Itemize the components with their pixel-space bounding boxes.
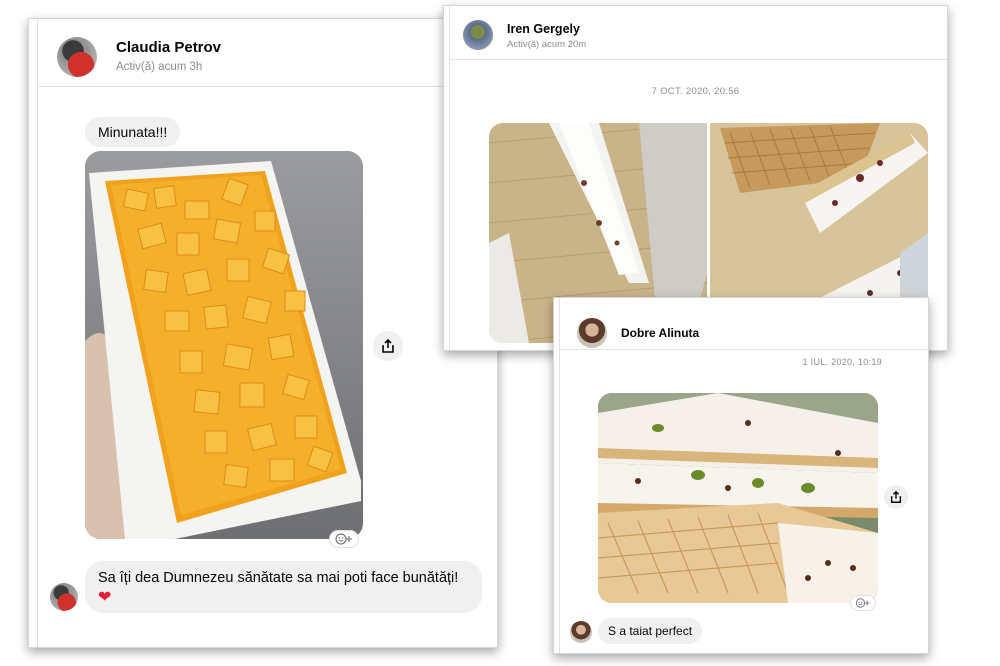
- message-photo[interactable]: [598, 393, 878, 603]
- message-text: Sa îți dea Dumnezeu sănătate sa mai poti…: [98, 570, 459, 586]
- share-button[interactable]: [373, 331, 403, 361]
- avatar[interactable]: [463, 20, 493, 50]
- avatar[interactable]: [57, 37, 97, 77]
- share-button[interactable]: [884, 485, 908, 509]
- active-status: Activ(ă) acum 3h: [116, 61, 203, 73]
- share-icon: [890, 490, 902, 503]
- add-reaction-icon: [855, 598, 870, 608]
- chat-header: Claudia Petrov Activ(ă) acum 3h: [37, 19, 497, 87]
- message-timestamp: 7 OCT. 2020, 20:56: [651, 86, 740, 97]
- message-timestamp: 1 IUL. 2020, 10:19: [802, 357, 882, 367]
- nougat-photo: [598, 393, 878, 603]
- heart-emoji: ❤: [98, 589, 112, 606]
- add-reaction-button[interactable]: [329, 530, 359, 548]
- message-bubble[interactable]: S a taiat perfect: [598, 618, 703, 644]
- contact-name[interactable]: Claudia Petrov: [116, 39, 221, 56]
- message-photo[interactable]: [85, 151, 363, 539]
- add-reaction-button[interactable]: [850, 595, 876, 611]
- active-status: Activ(ă) acum 20m: [507, 39, 587, 50]
- add-reaction-icon: [335, 533, 352, 545]
- screenshot-collage: Claudia Petrov Activ(ă) acum 3h Minunata…: [0, 0, 1000, 666]
- message-bubble[interactable]: Sa îți dea Dumnezeu sănătate sa mai poti…: [85, 561, 482, 613]
- divider: [559, 298, 560, 653]
- share-icon: [382, 338, 394, 353]
- avatar[interactable]: [577, 318, 607, 348]
- avatar[interactable]: [50, 583, 78, 611]
- peach-dessert-photo: [85, 151, 363, 539]
- chat-header: Iren Gergely Activ(ă) acum 20m: [449, 6, 947, 60]
- contact-name[interactable]: Dobre Alinuta: [621, 326, 699, 340]
- contact-name[interactable]: Iren Gergely: [507, 22, 580, 36]
- message-bubble[interactable]: Minunata!!!: [85, 117, 181, 147]
- chat-window-dobre: Dobre Alinuta 1 IUL. 2020, 10:19 S a tai…: [553, 297, 929, 654]
- divider: [37, 19, 38, 647]
- chat-window-claudia: Claudia Petrov Activ(ă) acum 3h Minunata…: [28, 18, 498, 648]
- chat-header: Dobre Alinuta: [559, 298, 928, 350]
- avatar[interactable]: [570, 621, 592, 643]
